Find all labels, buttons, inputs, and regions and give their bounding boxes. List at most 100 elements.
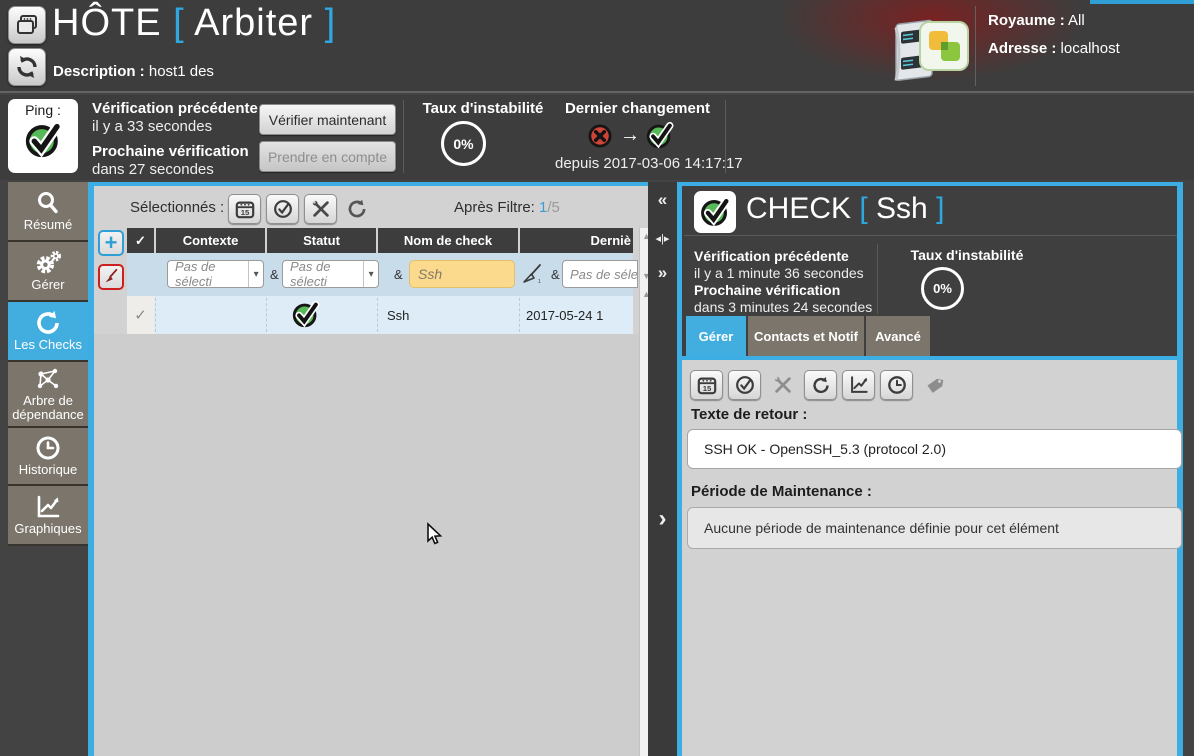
resize-panel-icon[interactable]: ◂|▸ [648,232,677,245]
last-change-label: Dernier changement [555,100,720,117]
context-filter-dropdown[interactable]: Pas de sélecti ▾ [167,260,264,288]
ping-status-box: Ping : [8,99,78,173]
svg-text:1: 1 [538,279,541,285]
calendar-icon: 15 [697,375,717,395]
sidebar-item-label: Historique [19,463,78,477]
tools-icon [311,199,331,219]
check-refresh-button[interactable] [804,370,837,400]
cell-divider [266,298,267,332]
column-header-nom-de-check[interactable]: Nom de check [378,228,518,253]
after-filter-total: /5 [547,199,560,216]
prev-check-value: il y a 33 secondes [92,118,212,135]
sidebar-item-arbre-de-dependance[interactable]: Arbre de dépendance [8,362,88,428]
panel-divider-line [684,235,1177,236]
last-check-filter-input[interactable] [562,260,638,288]
refresh-loop-icon [811,376,831,395]
row-checkbox[interactable]: ✓ [127,296,154,334]
bracket-open: [ [859,192,867,225]
chevron-down-icon: ▾ [363,261,378,287]
add-check-button[interactable]: + [98,230,124,256]
check-detail-panel: CHECK [ Ssh ] Vérification précédente il… [677,182,1183,756]
check-tools-icon[interactable] [766,370,799,400]
after-filter-label: Après Filtre: 1/5 [454,199,560,216]
chart-icon [849,375,869,395]
check-circle-icon [273,199,293,219]
status-ok-icon [8,119,78,161]
check-pin-icon[interactable] [918,370,951,400]
panel-splitter[interactable]: « ◂|▸ » › [648,182,677,756]
checks-panel: Sélectionnés : 0 15 Après Filtre: 1/5 + … [88,182,648,756]
status-error-icon [586,122,614,150]
check-next-value: dans 3 minutes 24 secondes [694,299,872,316]
flapping-value-badge: 0% [441,121,486,166]
check-circle-icon [735,375,755,395]
sidebar-item-gerer[interactable]: Gérer [8,242,88,302]
tools-button[interactable] [304,194,337,224]
clear-name-filter-icon[interactable]: 1 [518,259,546,289]
server-icon [884,10,972,84]
name-filter-input[interactable] [409,260,515,288]
column-header-derniere[interactable]: Derniè [520,228,633,253]
clock-icon [35,435,61,461]
sidebar-item-historique[interactable]: Historique [8,428,88,486]
row-last-check: 2017-05-24 1 [526,308,603,323]
sidebar-item-resume[interactable]: Résumé [8,182,88,242]
row-check-name: Ssh [387,308,409,323]
prev-check-label: Vérification précédente [92,100,258,117]
check-schedule-downtime-button[interactable]: 15 [690,370,723,400]
maintenance-label: Période de Maintenance : [691,483,872,500]
sidebar: Résumé Gérer Les Checks Arbre de dépenda… [8,182,88,546]
cell-divider [155,298,156,332]
schedule-downtime-button[interactable]: 15 [228,194,261,224]
svg-text:15: 15 [240,208,249,217]
return-text-input[interactable] [687,429,1182,469]
tab-avance[interactable]: Avancé [866,316,930,356]
acknowledge-button[interactable]: Prendre en compte [259,141,396,172]
column-header-statut[interactable]: Statut [267,228,376,253]
sidebar-item-graphiques[interactable]: Graphiques [8,486,88,546]
check-acknowledge-button[interactable] [728,370,761,400]
column-header-contexte[interactable]: Contexte [156,228,265,253]
check-panel-title: CHECK [ Ssh ] [746,192,944,226]
sidebar-item-les-checks[interactable]: Les Checks [8,302,88,362]
check-panel-subject: Ssh [876,192,928,225]
row-status-ok-icon [290,299,321,330]
dependency-tree-icon [34,366,62,392]
cell-divider [519,298,520,332]
bracket-close: ] [325,2,337,44]
check-now-button[interactable]: Vérifier maintenant [259,104,396,135]
check-prev-value: il y a 1 minute 36 secondes [694,265,864,282]
realm-field: Royaume : All [988,12,1085,29]
table-empty-area [94,334,639,756]
app-header: HÔTE [ Arbiter ] Description : host1 des… [0,0,1194,93]
refresh-list-icon[interactable] [340,194,373,224]
acknowledge-check-button[interactable] [266,194,299,224]
sidebar-item-label: Gérer [31,278,64,292]
check-history-button[interactable] [880,370,913,400]
clear-filters-button[interactable] [98,264,124,290]
flapping-label: Taux d'instabilité [412,100,554,117]
last-change-since: depuis 2017-03-06 14:17:17 [555,155,740,172]
host-description: Description : host1 des [53,63,214,80]
windows-stack-icon [15,13,39,37]
check-graph-button[interactable] [842,370,875,400]
info-divider [877,244,878,314]
refresh-icon [14,54,40,80]
ping-label: Ping : [8,102,78,118]
expand-panel-icon[interactable]: » [648,263,677,283]
top-accent-strip [1090,0,1194,4]
next-check-label: Prochaine vérification [92,143,249,160]
collapse-panel-icon[interactable]: « [648,190,677,210]
bracket-open: [ [173,2,185,44]
tab-gerer[interactable]: Gérer [686,316,746,356]
maintenance-value-box: Aucune période de maintenance définie po… [687,507,1182,549]
windows-stack-button[interactable] [8,6,46,44]
statusbar-divider [403,100,404,173]
refresh-button[interactable] [8,48,46,86]
sidebar-item-label: Arbre de dépendance [8,394,88,422]
open-panel-icon[interactable]: › [648,505,677,533]
column-header-select[interactable]: ✓ [127,228,154,253]
status-filter-dropdown[interactable]: Pas de sélecti ▾ [282,260,379,288]
and-separator: & [394,267,403,282]
tab-contacts-et-notif[interactable]: Contacts et Notif [748,316,864,356]
